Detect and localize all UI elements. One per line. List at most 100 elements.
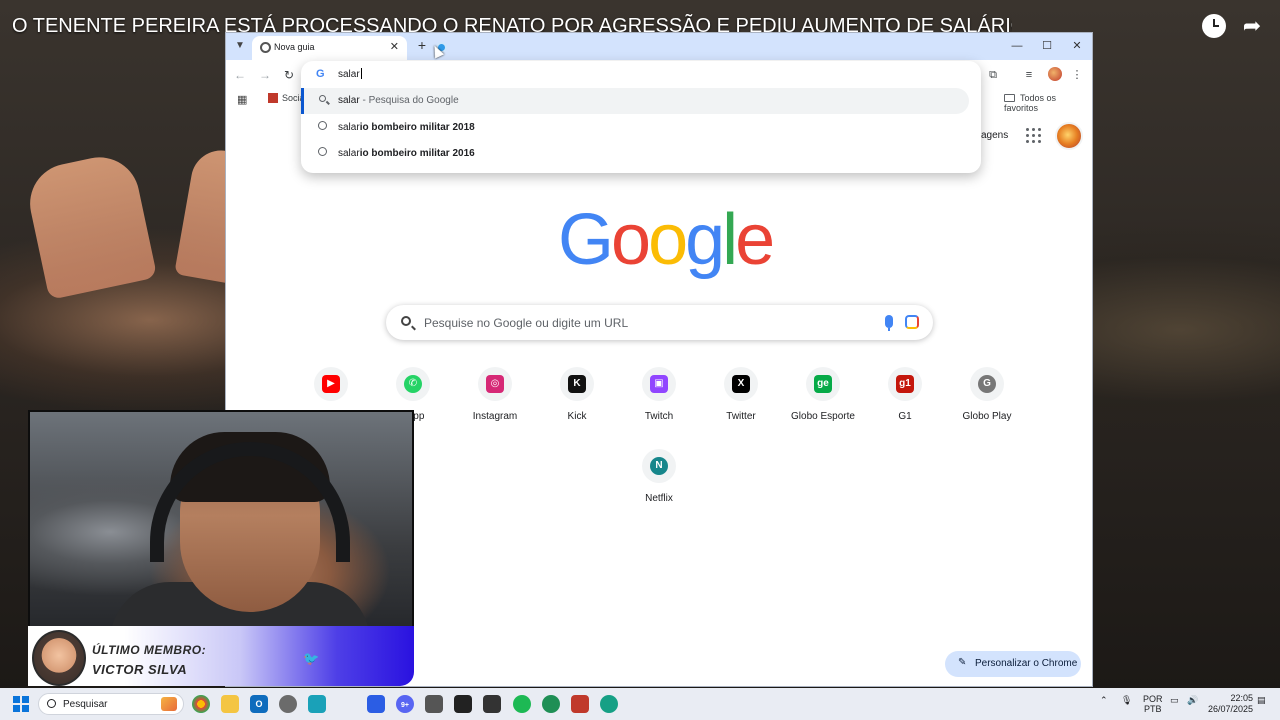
volume-icon[interactable]: 🔊	[1187, 695, 1198, 706]
shortcut-icon: ▶	[314, 367, 348, 401]
forward-icon[interactable]: →	[257, 67, 273, 83]
watch-later-icon[interactable]	[1202, 14, 1226, 38]
pencil-icon: ✎	[958, 657, 967, 668]
folder-icon	[1004, 94, 1015, 102]
tab-search-icon[interactable]: ▼	[232, 38, 248, 54]
logo-letter: o	[611, 200, 651, 280]
camera-icon[interactable]	[425, 695, 443, 713]
shortcut-tile[interactable]: g1 G1	[869, 367, 941, 422]
notifications-icon[interactable]: ▤	[1257, 695, 1266, 706]
notepad-icon[interactable]	[308, 695, 326, 713]
taskbar-search-label: Pesquisar	[63, 699, 108, 710]
omnibox-dropdown: G salar salar - Pesquisa do Google salari…	[301, 61, 981, 173]
address-input[interactable]: salar	[338, 68, 362, 80]
address-bar[interactable]: G salar	[301, 61, 981, 89]
new-tab-icon[interactable]: +	[414, 37, 430, 53]
history-icon	[316, 121, 328, 133]
member-avatar	[32, 630, 86, 686]
all-bookmarks-button[interactable]: Todos os favoritos	[1004, 93, 1092, 113]
spotify-icon[interactable]	[513, 695, 531, 713]
windows-start-icon[interactable]	[13, 696, 29, 712]
apps-shortcut-icon[interactable]: ▦	[237, 93, 247, 106]
shortcut-tile[interactable]: K Kick	[541, 367, 613, 422]
account-avatar[interactable]	[1055, 122, 1083, 150]
shortcut-tile[interactable]: ◎ Instagram	[459, 367, 531, 422]
network-icon[interactable]: ▭	[1170, 695, 1179, 706]
images-link[interactable]: agens	[981, 130, 1008, 141]
suggestion-item[interactable]: salario bombeiro militar 2016	[301, 141, 969, 167]
bookmark-item[interactable]: Socia	[268, 93, 305, 103]
search-icon	[316, 94, 328, 105]
logitech-icon[interactable]	[483, 695, 501, 713]
shortcut-icon: K	[560, 367, 594, 401]
shortcut-tile[interactable]: G Globo Play	[951, 367, 1023, 422]
suggestion-item[interactable]: salario bombeiro militar 2018	[301, 115, 969, 141]
google-apps-icon[interactable]	[1026, 128, 1042, 144]
media-controls-icon[interactable]: ≡	[1020, 66, 1038, 84]
shortcut-tile[interactable]: N Netflix	[623, 449, 695, 504]
suggestion-item[interactable]: salar - Pesquisa do Google	[301, 88, 969, 114]
app-icon[interactable]	[454, 695, 472, 713]
discord-badge: 9+	[401, 702, 409, 709]
suggestion-text: salar - Pesquisa do Google	[338, 95, 459, 106]
outlook-icon[interactable]: O	[250, 695, 268, 713]
app-icon[interactable]	[542, 695, 560, 713]
close-window-icon[interactable]: ✕	[1062, 37, 1092, 55]
shortcut-label: Globo Play	[962, 411, 1012, 422]
menu-icon[interactable]: ⋮	[1068, 66, 1086, 84]
tab-new-tab[interactable]: Nova guia ✕	[252, 36, 407, 60]
share-icon[interactable]: ➦	[1240, 14, 1264, 38]
shortcut-tile[interactable]: ▶	[295, 367, 367, 411]
chrome-taskbar-icon[interactable]	[192, 695, 210, 713]
language-indicator[interactable]: POR PTB	[1143, 694, 1163, 714]
shortcut-icon: G	[970, 367, 1004, 401]
shortcut-tile[interactable]: ▣ Twitch	[623, 367, 695, 422]
shortcut-icon: ▣	[642, 367, 676, 401]
chrome-favicon-icon	[260, 42, 271, 53]
shortcut-tile[interactable]: X Twitter	[705, 367, 777, 422]
history-icon	[316, 147, 328, 159]
suggestion-text: salario bombeiro militar 2018	[338, 122, 475, 133]
file-explorer-icon[interactable]	[221, 695, 239, 713]
system-clock[interactable]: 22:05 26/07/2025	[1208, 693, 1253, 715]
back-icon[interactable]: ←	[232, 67, 248, 83]
shortcut-label: Globo Esporte	[791, 411, 855, 422]
ntp-search-box[interactable]: Pesquise no Google ou digite um URL	[386, 305, 933, 340]
profile-avatar-icon[interactable]	[1048, 67, 1062, 81]
reload-icon[interactable]: ↻	[281, 67, 297, 83]
maximize-icon[interactable]: ☐	[1032, 37, 1062, 55]
chevron-up-icon[interactable]: ⌃	[1100, 695, 1108, 706]
customize-label: Personalizar o Chrome	[975, 658, 1078, 669]
logo-letter: e	[735, 200, 775, 280]
tab-title: Nova guia	[274, 42, 315, 52]
shortcut-icon: g1	[888, 367, 922, 401]
logo-letter: G	[558, 200, 614, 280]
app-icon[interactable]	[600, 695, 618, 713]
extensions-icon[interactable]: ⧉	[984, 66, 1002, 84]
shortcut-label: Instagram	[472, 411, 518, 422]
logo-letter: o	[648, 200, 688, 280]
last-member-label: ÚLTIMO MEMBRO:	[92, 643, 207, 657]
taskbar-search[interactable]: Pesquisar	[38, 693, 184, 715]
minimize-icon[interactable]: —	[1002, 37, 1032, 55]
search-placeholder: Pesquise no Google ou digite um URL	[424, 316, 629, 330]
google-lens-icon[interactable]	[905, 315, 919, 329]
bookmark-favicon-icon	[268, 93, 278, 103]
voice-search-icon[interactable]	[885, 315, 893, 331]
app-icon[interactable]	[571, 695, 589, 713]
app-icon[interactable]	[279, 695, 297, 713]
discord-icon[interactable]: 9+	[396, 695, 414, 713]
app-icon[interactable]	[367, 695, 385, 713]
shortcut-icon: N	[642, 449, 676, 483]
close-tab-icon[interactable]: ✕	[390, 40, 399, 53]
microphone-icon[interactable]: 🎙	[1121, 695, 1132, 706]
search-highlight-icon	[161, 697, 177, 711]
shortcut-tile[interactable]: ge Globo Esporte	[787, 367, 859, 422]
shortcut-label: Twitch	[644, 411, 674, 422]
google-logo: Google	[558, 199, 775, 281]
shortcut-icon: ✆	[396, 367, 430, 401]
lang-top: POR	[1143, 694, 1163, 704]
search-icon	[401, 316, 411, 326]
customize-chrome-button[interactable]: ✎ Personalizar o Chrome	[945, 651, 1081, 677]
lang-bottom: PTB	[1144, 704, 1162, 714]
